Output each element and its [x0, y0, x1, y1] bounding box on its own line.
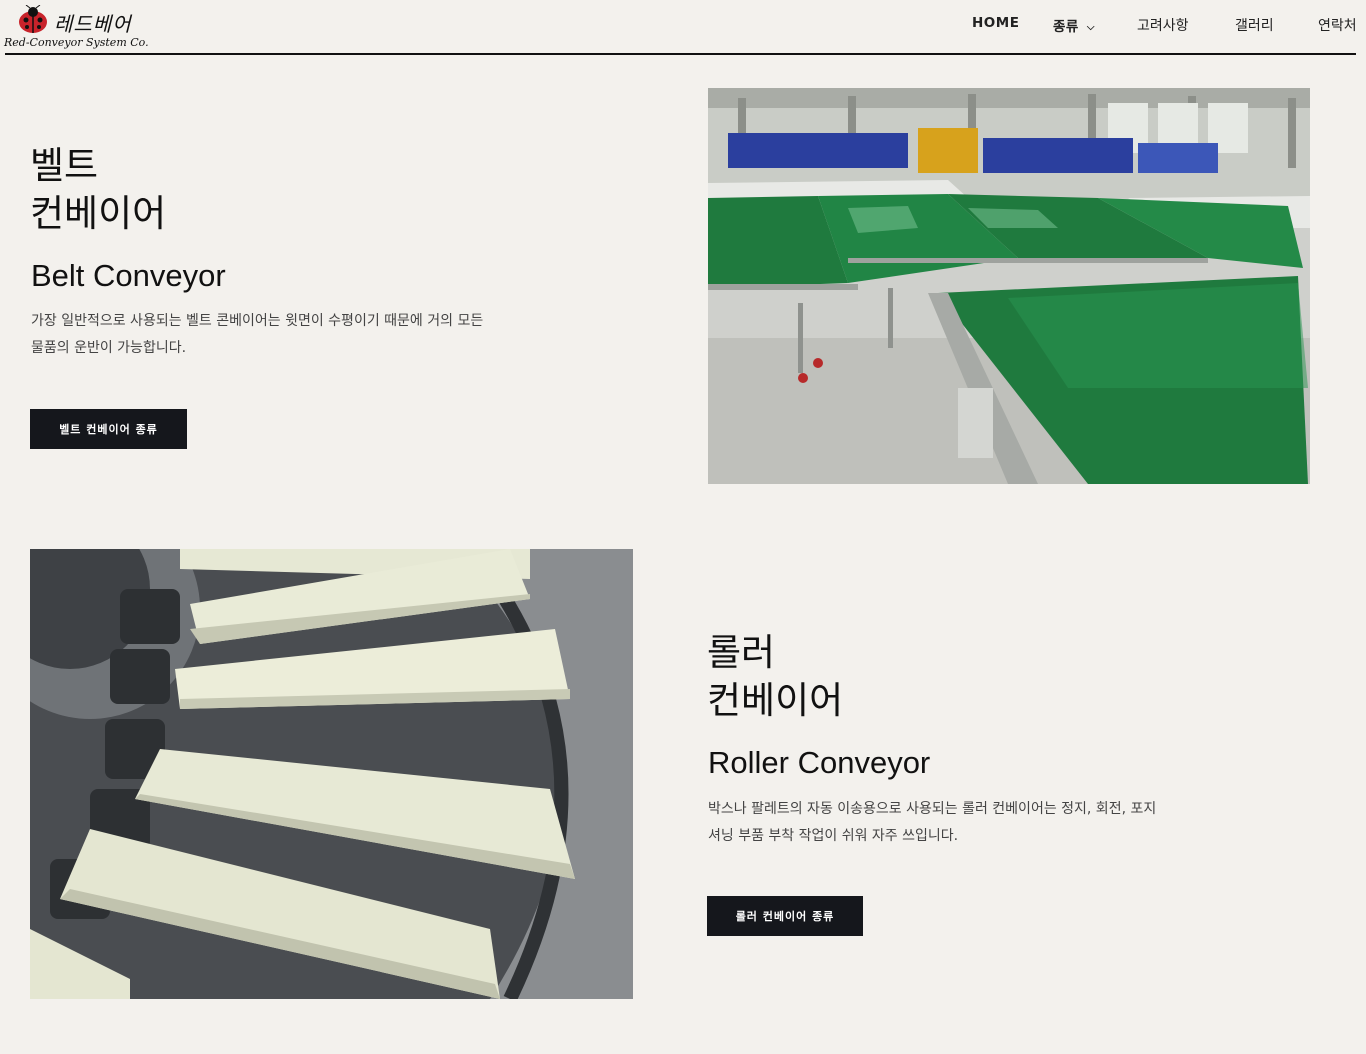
- belt-title: 벨트 컨베이어: [30, 142, 166, 238]
- belt-types-button[interactable]: 벨트 컨베이어 종류: [30, 409, 187, 449]
- belt-desc-line2: 물품의 운반이 가능합니다.: [31, 340, 187, 356]
- roller-desc-line1: 박스나 팔레트의 자동 이송용으로 사용되는 롤러 컨베이어는 정지, 회전, …: [708, 801, 1157, 817]
- roller-subtitle: Roller Conveyor: [708, 745, 931, 780]
- belt-desc-line1: 가장 일반적으로 사용되는 벨트 콘베이어는 윗면이 수평이기 때문에 거의 모…: [31, 313, 484, 329]
- nav-gallery[interactable]: 갤러리: [1235, 15, 1274, 37]
- belt-subtitle: Belt Conveyor: [31, 258, 226, 293]
- roller-types-button[interactable]: 롤러 컨베이어 종류: [707, 896, 863, 936]
- nav-contact[interactable]: 연락처: [1318, 15, 1357, 37]
- roller-description: 박스나 팔레트의 자동 이송용으로 사용되는 롤러 컨베이어는 정지, 회전, …: [708, 796, 1208, 850]
- belt-title-line1: 벨트: [30, 144, 99, 187]
- roller-title: 롤러 컨베이어: [707, 629, 843, 725]
- nav-types-label: 종류: [1053, 19, 1079, 35]
- belt-description: 가장 일반적으로 사용되는 벨트 콘베이어는 윗면이 수평이기 때문에 거의 모…: [31, 308, 531, 362]
- belt-conveyor-image: [708, 88, 1310, 484]
- chevron-down-icon: ⌵: [1086, 22, 1095, 33]
- roller-title-line1: 롤러: [707, 631, 776, 674]
- ladybug-icon: [19, 5, 47, 33]
- nav-considerations[interactable]: 고려사항: [1137, 15, 1189, 37]
- header-divider: [5, 53, 1356, 55]
- roller-desc-line2: 셔닝 부품 부착 작업이 쉬워 자주 쓰입니다.: [708, 828, 959, 844]
- site-header: 레드베어 Red-Conveyor System Co. HOME 종류 ⌵ 고려…: [0, 0, 1366, 56]
- nav-types[interactable]: 종류 ⌵: [1053, 15, 1095, 37]
- brand-tagline: Red-Conveyor System Co.: [4, 36, 149, 49]
- nav-home[interactable]: HOME: [972, 15, 1019, 37]
- roller-title-line2: 컨베이어: [707, 679, 844, 722]
- brand-name: 레드베어: [54, 12, 132, 36]
- belt-title-line2: 컨베이어: [30, 192, 167, 235]
- roller-conveyor-image: [30, 549, 633, 999]
- brand-logo[interactable]: 레드베어 Red-Conveyor System Co.: [4, 2, 164, 54]
